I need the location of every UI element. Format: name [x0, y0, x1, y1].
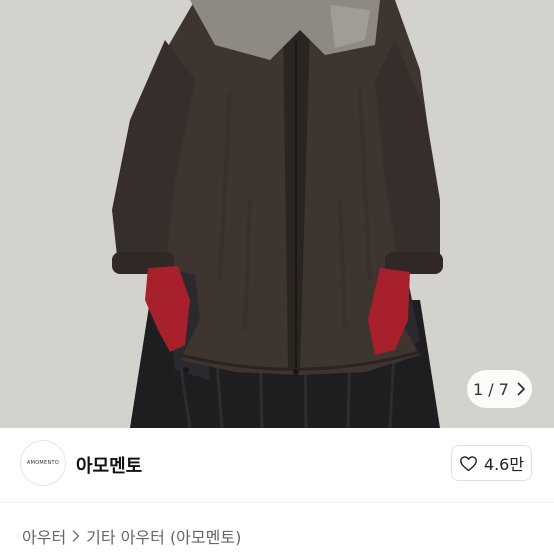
- shop-section: AMOMENTO 아모멘토 4.6만: [0, 428, 554, 502]
- image-counter-text: 1 / 7: [473, 379, 509, 399]
- shop-logo[interactable]: AMOMENTO: [20, 440, 66, 486]
- like-button[interactable]: 4.6만: [451, 445, 532, 481]
- shop-logo-text: AMOMENTO: [26, 460, 60, 466]
- breadcrumb-item-outer[interactable]: 아우터: [22, 524, 66, 548]
- breadcrumb: 아우터 기타 아우터 (아모멘토): [22, 524, 241, 548]
- image-counter[interactable]: 1 / 7: [467, 370, 532, 408]
- coat-photo: [0, 0, 554, 428]
- shop-name[interactable]: 아모멘토: [76, 452, 142, 478]
- product-image[interactable]: 1 / 7: [0, 0, 554, 428]
- heart-outline-icon: [459, 455, 477, 471]
- divider: [0, 502, 554, 503]
- like-count: 4.6만: [483, 455, 525, 474]
- chevron-right-icon: [72, 530, 80, 542]
- breadcrumb-item-other-outer[interactable]: 기타 아우터 (아모멘토): [86, 524, 241, 548]
- chevron-right-icon: [517, 382, 525, 396]
